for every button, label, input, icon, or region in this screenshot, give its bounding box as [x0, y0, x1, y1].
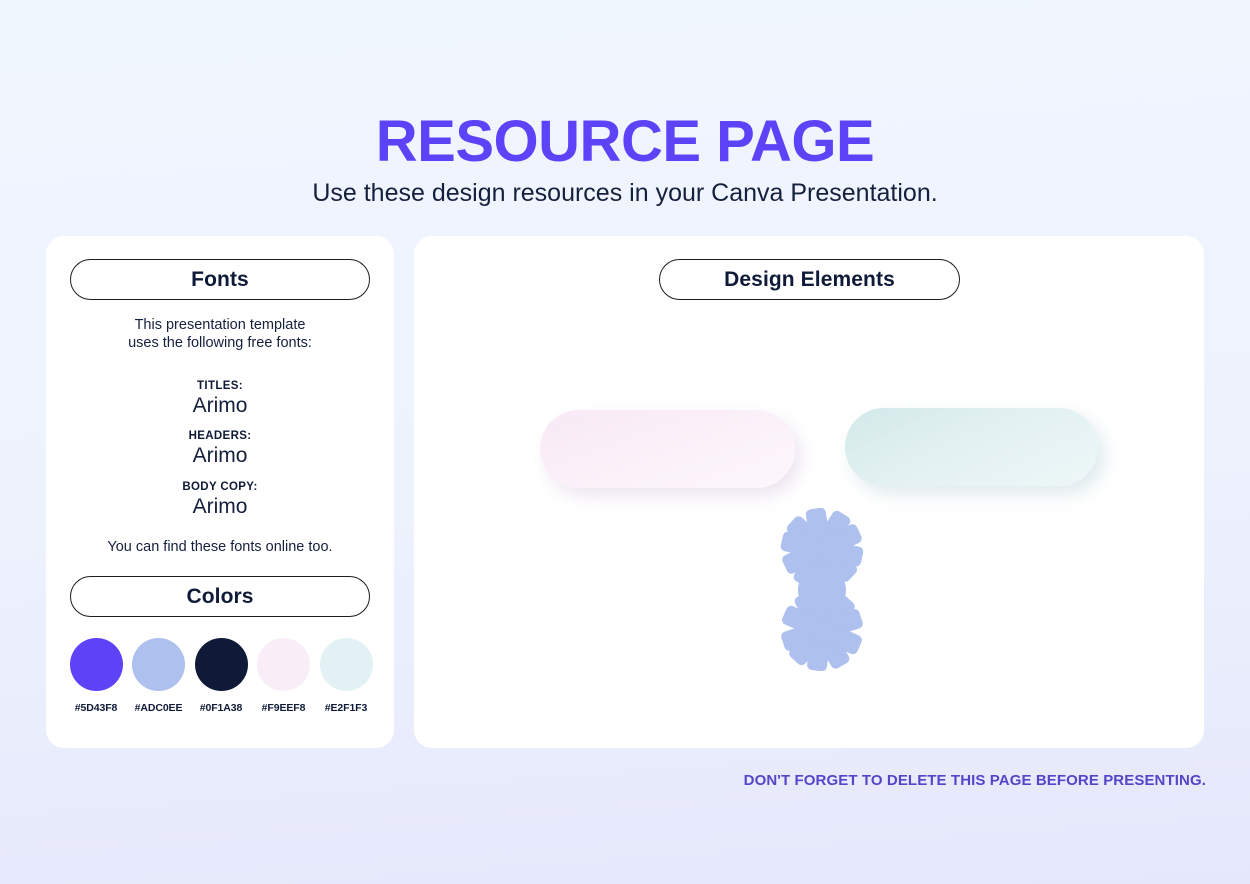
color-swatch-hex: #E2F1F3 — [324, 702, 368, 714]
font-group-value: Arimo — [192, 394, 248, 417]
color-swatch: #ADC0EE — [131, 638, 187, 714]
font-group-value: Arimo — [192, 495, 248, 518]
color-swatch-hex: #F9EEF8 — [261, 702, 306, 714]
colors-heading-label: Colors — [186, 584, 254, 608]
font-group-label: HEADERS: — [188, 430, 252, 442]
asterisk-burst-icon — [748, 507, 900, 672]
color-swatch-hex: #5D43F8 — [74, 702, 118, 714]
design-elements-card: Design Elements — [414, 236, 1204, 748]
color-swatch-dot — [257, 638, 310, 691]
color-swatch-hex: #0F1A38 — [199, 702, 243, 714]
font-group-value: Arimo — [192, 444, 248, 467]
fonts-outro-text: You can find these fonts online too. — [107, 539, 333, 555]
color-swatch: #E2F1F3 — [318, 638, 374, 714]
fonts-intro-text: This presentation template uses the follo… — [128, 317, 312, 351]
color-swatch: #F9EEF8 — [256, 638, 312, 714]
color-swatch-hex: #ADC0EE — [134, 702, 183, 714]
resource-page-slide: RESOURCE PAGE Use these design resources… — [0, 0, 1250, 884]
font-group-label: TITLES: — [197, 380, 243, 392]
delete-page-reminder: DON'T FORGET TO DELETE THIS PAGE BEFORE … — [743, 772, 1206, 789]
color-swatch-dot — [69, 638, 123, 691]
font-group-body-copy: BODY COPY: Arimo — [46, 480, 394, 520]
design-elements-heading: Design Elements — [659, 259, 960, 300]
color-swatch-dot — [132, 638, 185, 691]
color-swatch-dot — [194, 638, 248, 691]
font-group-label: BODY COPY: — [182, 481, 258, 493]
colors-section-heading: Colors — [70, 576, 370, 617]
fonts-heading-label: Fonts — [191, 267, 249, 291]
font-group-titles: TITLES: Arimo — [46, 379, 394, 419]
page-title: RESOURCE PAGE — [375, 109, 875, 174]
color-swatch-dot — [319, 638, 373, 691]
teal-pill-icon — [845, 408, 1098, 486]
color-swatch: #5D43F8 — [68, 638, 124, 714]
color-swatch-row: #5D43F8 #ADC0EE #0F1A38 #F9EEF8 #E2F1F3 — [68, 638, 374, 714]
fonts-and-colors-card: Fonts This presentation template uses the… — [46, 236, 394, 748]
page-subtitle: Use these design resources in your Canva… — [312, 179, 938, 207]
pink-pill-icon — [540, 410, 795, 488]
font-group-headers: HEADERS: Arimo — [46, 429, 394, 469]
color-swatch: #0F1A38 — [193, 638, 249, 714]
fonts-section-heading: Fonts — [70, 259, 370, 300]
design-heading-label: Design Elements — [724, 267, 895, 291]
